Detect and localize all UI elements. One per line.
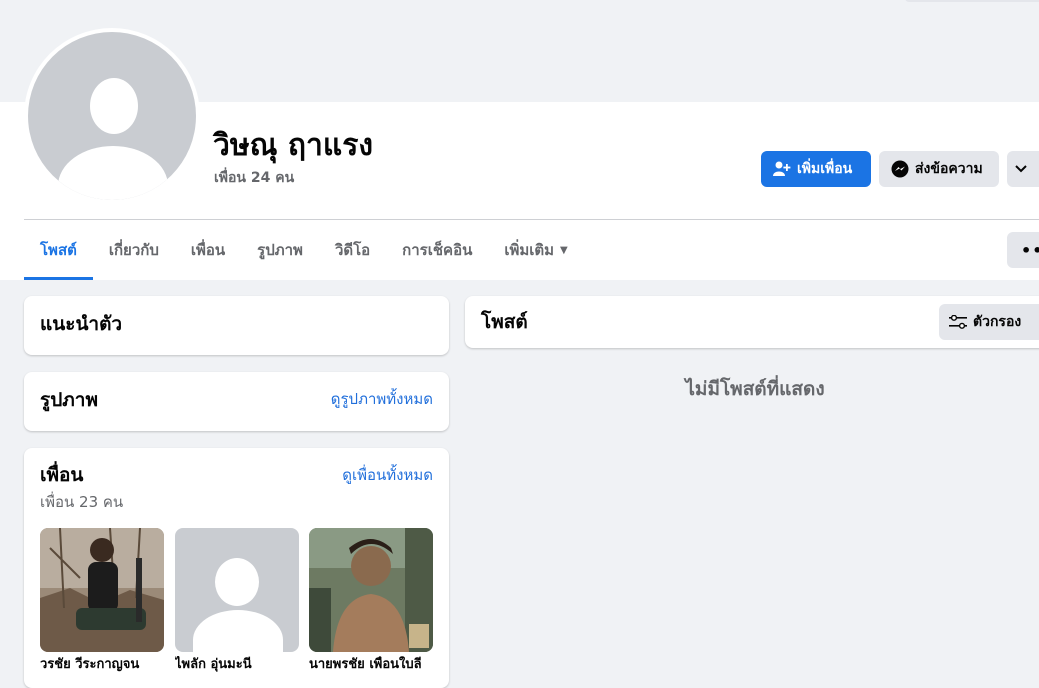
- more-options-button[interactable]: •••: [1007, 232, 1039, 268]
- tab-more[interactable]: เพิ่มเติม ▼: [488, 220, 583, 280]
- add-friend-icon: [773, 161, 791, 176]
- friend-photo-image: [309, 528, 433, 652]
- tab-friends[interactable]: เพื่อน: [175, 220, 241, 280]
- messenger-icon: [891, 160, 909, 178]
- profile-more-button[interactable]: [1007, 151, 1039, 187]
- profile-name: วิษณุ ฤาแรง: [213, 128, 374, 163]
- friends-subtitle: เพื่อน 23 คน: [40, 493, 124, 511]
- tab-photos[interactable]: รูปภาพ: [241, 220, 319, 280]
- friends-title[interactable]: เพื่อน: [40, 463, 83, 487]
- add-friend-button[interactable]: เพิ่มเพื่อน: [761, 151, 871, 187]
- intro-title: แนะนำตัว: [40, 313, 123, 335]
- filter-button[interactable]: ตัวกรอง: [939, 304, 1039, 340]
- friend-name[interactable]: นายพรชัย เพื่อนใบลี: [309, 656, 433, 674]
- photos-card: รูปภาพ ดูรูปภาพทั้งหมด: [24, 372, 449, 431]
- caret-down-icon: ▼: [560, 244, 568, 256]
- cover-edit-control[interactable]: [905, 0, 1039, 2]
- friend-tile[interactable]: นายพรชัย เพื่อนใบลี: [309, 528, 433, 674]
- see-all-friends-link[interactable]: ดูเพื่อนทั้งหมด: [342, 465, 433, 485]
- filter-sliders-icon: [949, 315, 967, 329]
- posts-card: โพสต์ ตัวกรอง: [465, 296, 1039, 348]
- no-posts-message: ไม่มีโพสต์ที่แสดง: [685, 378, 825, 400]
- tab-videos[interactable]: วิดีโอ: [319, 220, 386, 280]
- intro-card: แนะนำตัว: [24, 296, 449, 355]
- profile-avatar[interactable]: [24, 28, 200, 204]
- add-friend-label: เพิ่มเพื่อน: [797, 161, 853, 177]
- photos-title[interactable]: รูปภาพ: [40, 388, 98, 412]
- chevron-down-icon: [1015, 165, 1027, 173]
- tab-about[interactable]: เกี่ยวกับ: [93, 220, 175, 280]
- filter-label: ตัวกรอง: [973, 314, 1022, 330]
- friends-card: เพื่อน ดูเพื่อนทั้งหมด เพื่อน 23 คน วรชั…: [24, 448, 449, 688]
- tab-checkins[interactable]: การเช็คอิน: [386, 220, 488, 280]
- see-all-photos-link[interactable]: ดูรูปภาพทั้งหมด: [331, 389, 433, 409]
- default-avatar-icon: [215, 558, 259, 606]
- message-label: ส่งข้อความ: [915, 161, 983, 177]
- friend-photo-image: [40, 528, 164, 652]
- friend-name[interactable]: ไพลัก อุ่นมะนี: [175, 656, 299, 674]
- profile-friends-count[interactable]: เพื่อน 24 คน: [214, 168, 294, 188]
- message-button[interactable]: ส่งข้อความ: [879, 151, 999, 187]
- friend-photo[interactable]: [309, 528, 433, 652]
- default-avatar-icon: [28, 32, 196, 200]
- tab-posts[interactable]: โพสต์: [24, 220, 93, 280]
- profile-tabs: โพสต์ เกี่ยวกับ เพื่อน รูปภาพ วิดีโอ การ…: [24, 220, 584, 280]
- friend-photo[interactable]: [175, 528, 299, 652]
- friend-tile[interactable]: วรชัย วีระกาญจน: [40, 528, 164, 674]
- friend-tile[interactable]: ไพลัก อุ่นมะนี: [175, 528, 299, 674]
- ellipsis-icon: •••: [1021, 240, 1039, 260]
- friend-photo[interactable]: [40, 528, 164, 652]
- posts-title: โพสต์: [481, 311, 528, 333]
- friend-name[interactable]: วรชัย วีระกาญจน: [40, 656, 164, 674]
